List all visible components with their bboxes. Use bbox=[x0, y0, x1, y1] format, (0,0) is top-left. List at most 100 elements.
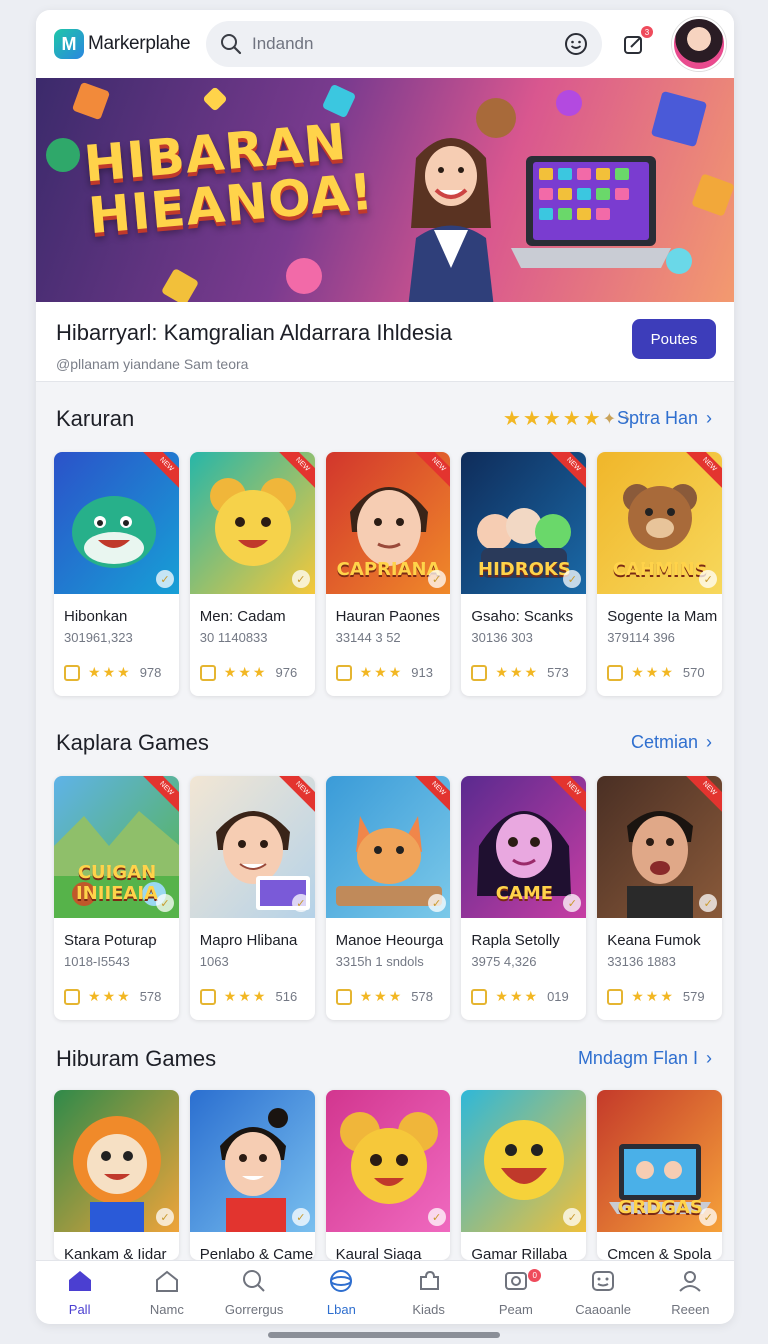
star-icon: ★ bbox=[117, 664, 130, 680]
game-card[interactable]: HIDROKS NEW ✓ Gsaho: Scanks 30136 303 ★ ★ ★ … bbox=[461, 452, 587, 696]
rating-count: 913 bbox=[411, 665, 433, 680]
decor-cube bbox=[71, 81, 111, 121]
game-card[interactable]: GRDGAS ✓ Cmcen & Spola bbox=[597, 1090, 722, 1260]
promo-title: Hibarryarl: Kamgralian Aldarrara Ihldesi… bbox=[56, 320, 453, 345]
crown-badge-icon bbox=[607, 988, 624, 1005]
star-icon: ★ bbox=[582, 408, 601, 430]
avatar[interactable] bbox=[672, 17, 726, 71]
game-card[interactable]: NEW ✓ Manoe Heourga 3315h 1 sndols ★ ★ ★ 57… bbox=[325, 776, 451, 1020]
decor-cube bbox=[202, 86, 228, 112]
star-icon: ★ bbox=[562, 408, 581, 430]
app-screen: M Markerplahe 3 bbox=[36, 10, 734, 1324]
game-card[interactable]: ✓ Kaural Siaga bbox=[325, 1090, 451, 1260]
game-card[interactable]: CAHMINS NEW ✓ Sogente Ia Mam 379114 396 ★ ★ … bbox=[597, 452, 722, 696]
rating-count: 516 bbox=[275, 989, 298, 1004]
nav-label: Lban bbox=[326, 1301, 356, 1317]
game-thumbnail: ✓ bbox=[325, 1090, 451, 1232]
notification-button[interactable]: 3 bbox=[620, 26, 653, 58]
game-rating: ★ ★ ★ 578 bbox=[64, 988, 161, 1005]
nav-item-reeen[interactable]: Reeen bbox=[647, 1261, 734, 1324]
nav-label: Reeen bbox=[671, 1301, 710, 1317]
see-all-link[interactable]: Cetmian › bbox=[631, 732, 712, 753]
game-card[interactable]: CAME NEW ✓ Rapla Setolly 3975 4,326 ★ ★ ★ 01… bbox=[461, 776, 587, 1020]
nav-badge: 0 bbox=[528, 1269, 542, 1282]
star-icon: ★ bbox=[88, 664, 101, 680]
game-card[interactable]: NEW ✓ Hibonkan 301961,323 ★ ★ ★ 978 bbox=[54, 452, 179, 696]
nav-label: Gorrergus bbox=[224, 1301, 284, 1317]
see-all-link[interactable]: Sptra Han › bbox=[617, 408, 712, 429]
game-name: Hibonkan bbox=[64, 608, 128, 625]
nav-item-peam[interactable]: Peam 0 bbox=[472, 1261, 559, 1324]
star-icon: ★ bbox=[631, 988, 644, 1004]
game-card-row: CUIGAN INIIEAIA NEW ✓ Stara Poturap 1018-I55… bbox=[54, 776, 722, 1020]
game-name: Stara Poturap bbox=[64, 932, 157, 949]
home-indicator[interactable] bbox=[268, 1332, 500, 1338]
section-rating: ★ ★ ★ ★ ★ ✦ › bbox=[503, 406, 630, 431]
star-icon: ★ bbox=[117, 988, 130, 1004]
game-card[interactable]: NEW ✓ Men: Cadam 30 1140833 ★ ★ ★ 976 bbox=[189, 452, 315, 696]
star-icon: ★ bbox=[524, 664, 538, 680]
hero-title: HIBARAN HIEANOA! bbox=[82, 113, 376, 246]
see-all-link[interactable]: Mndagm Flan I › bbox=[578, 1048, 712, 1069]
decor-cube bbox=[556, 90, 582, 116]
game-name: Keana Fumok bbox=[607, 932, 701, 949]
game-rating: ★ ★ ★ 976 bbox=[199, 664, 297, 681]
face-icon bbox=[590, 1269, 616, 1296]
laptop-illustration bbox=[511, 156, 671, 268]
app-logo[interactable]: M Markerplahe bbox=[54, 29, 204, 59]
game-card[interactable]: CUIGAN INIIEAIA NEW ✓ Stara Poturap 1018-I55… bbox=[54, 776, 179, 1020]
game-thumbnail: ✓ bbox=[54, 1090, 179, 1232]
game-name: Penlabo & Came bbox=[199, 1246, 314, 1260]
section-header: Kaplara Games Cetmian › bbox=[36, 730, 734, 760]
hero-banner[interactable]: HIBARAN HIEANOA! bbox=[36, 78, 734, 302]
nav-item-pall[interactable]: Pall bbox=[36, 1261, 123, 1324]
logo-icon: M bbox=[54, 29, 84, 59]
search-input[interactable] bbox=[252, 34, 564, 54]
search-bar[interactable] bbox=[206, 21, 602, 67]
star-icon: ★ bbox=[252, 988, 266, 1004]
nav-item-gorrergus[interactable]: Gorrergus bbox=[211, 1261, 298, 1324]
rating-count: 579 bbox=[682, 989, 705, 1004]
nav-label: Namc bbox=[149, 1301, 184, 1317]
game-card[interactable]: ✓ Kankam & Iidar bbox=[54, 1090, 179, 1260]
nav-item-kiads[interactable]: Kiads bbox=[385, 1261, 472, 1324]
game-thumbnail: NEW ✓ bbox=[189, 776, 315, 918]
section-title: Karuran bbox=[56, 406, 135, 431]
game-card[interactable]: CAPRIANA NEW ✓ Hauran Paones 33144 3 52 ★ ★ … bbox=[325, 452, 451, 696]
nav-item-namc[interactable]: Namc bbox=[123, 1261, 210, 1324]
crown-badge-icon bbox=[471, 988, 488, 1005]
game-name: Manoe Heourga bbox=[335, 932, 444, 949]
verified-icon: ✓ bbox=[427, 570, 446, 588]
nav-label: Kiads bbox=[412, 1301, 445, 1317]
emoji-icon[interactable] bbox=[564, 32, 588, 56]
rating-count: 573 bbox=[547, 665, 569, 680]
nav-item-caaoanle[interactable]: Caaoanle bbox=[560, 1261, 647, 1324]
game-name: Men: Cadam bbox=[199, 608, 286, 625]
game-card[interactable]: ✓ Gamar Rillaba bbox=[461, 1090, 587, 1260]
game-card[interactable]: NEW ✓ Mapro Hlibana 1063 ★ ★ ★ 516 bbox=[189, 776, 315, 1020]
star-icon: ★ bbox=[102, 988, 116, 1004]
verified-icon: ✓ bbox=[427, 894, 446, 912]
star-icon: ★ bbox=[374, 664, 387, 680]
decor-cube bbox=[46, 138, 80, 172]
nav-label: Caaoanle bbox=[575, 1301, 631, 1317]
crown-badge-icon bbox=[335, 988, 352, 1005]
crown-badge-icon bbox=[335, 664, 352, 681]
bottom-navigation: Pall Namc Gorrergus Lban Kiads Peam 0 Caaoanle R… bbox=[36, 1260, 734, 1324]
game-thumbnail: NEW ✓ bbox=[597, 776, 722, 918]
game-rating: ★ ★ ★ 019 bbox=[471, 988, 569, 1005]
search-icon bbox=[241, 1269, 267, 1296]
promo-button[interactable]: Poutes bbox=[632, 319, 716, 359]
see-all-label: Sptra Han bbox=[616, 408, 698, 428]
game-name: Kankam & Iidar bbox=[64, 1246, 167, 1260]
star-icon: ★ bbox=[359, 988, 373, 1004]
game-name: Gamar Rillaba bbox=[471, 1246, 568, 1260]
game-rating: ★ ★ ★ 570 bbox=[607, 664, 705, 681]
nav-item-lban[interactable]: Lban bbox=[298, 1261, 385, 1324]
promo-subtitle: @pllanam yiandane Sam teora bbox=[56, 356, 249, 372]
game-thumbnail: GRDGAS ✓ bbox=[597, 1090, 722, 1232]
game-card[interactable]: ✓ Penlabo & Came bbox=[189, 1090, 315, 1260]
game-name: Gsaho: Scanks bbox=[471, 608, 574, 625]
game-card[interactable]: NEW ✓ Keana Fumok 33136 1883 ★ ★ ★ 579 bbox=[597, 776, 722, 1020]
game-name: Sogente Ia Mam bbox=[607, 608, 718, 625]
